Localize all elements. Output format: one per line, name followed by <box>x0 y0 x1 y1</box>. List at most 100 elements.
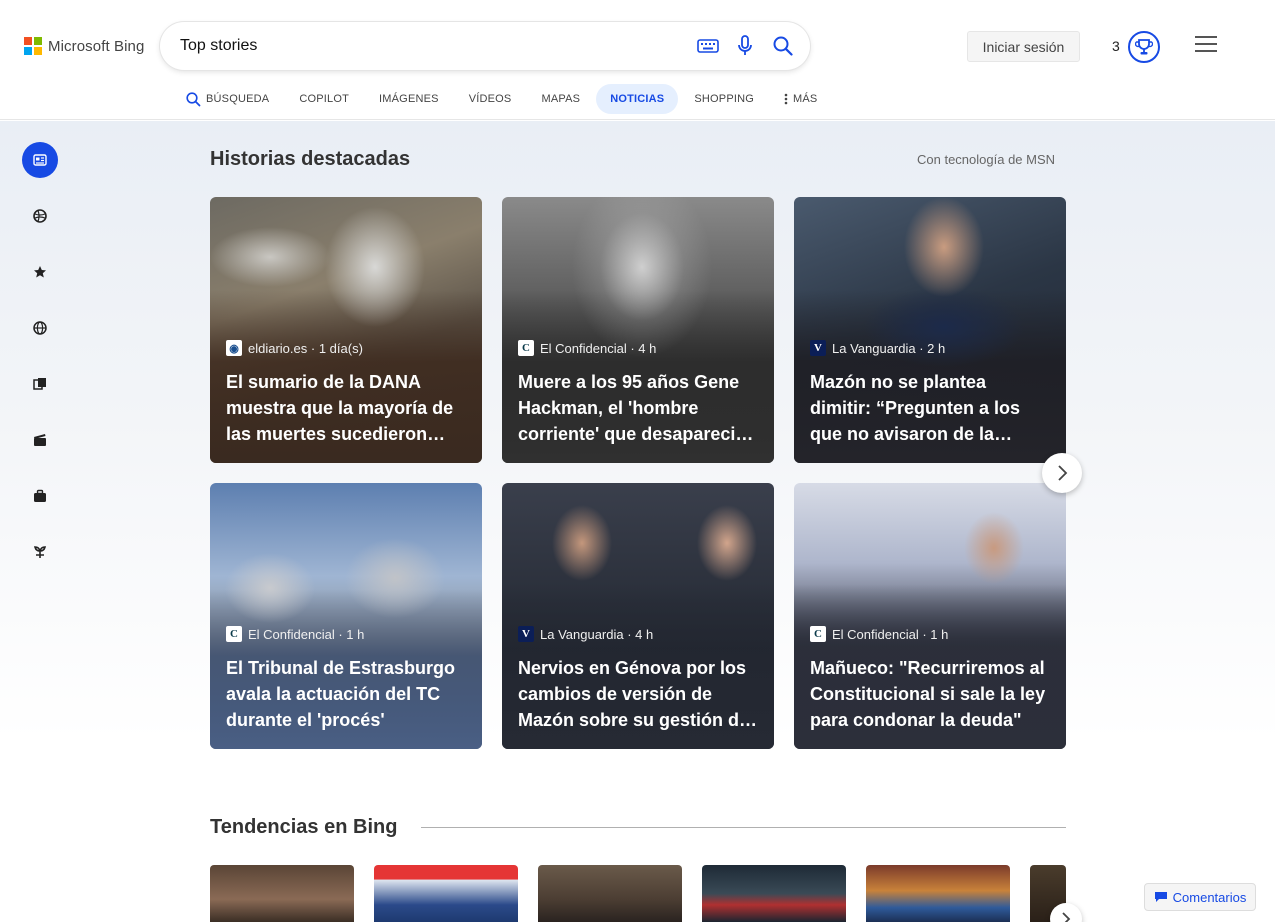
news-card[interactable]: ◉ eldiario.es · 1 día(s) El sumario de l… <box>210 197 482 463</box>
search-icon[interactable] <box>771 34 795 58</box>
separator: · <box>918 626 931 642</box>
rail-business[interactable] <box>22 478 58 514</box>
trending-thumbnail[interactable] <box>210 865 354 922</box>
star-icon <box>34 266 46 278</box>
rail-favorites[interactable] <box>22 254 58 290</box>
sports-ball-icon <box>33 209 47 223</box>
separator: · <box>334 626 347 642</box>
source-logo-icon: C <box>226 626 242 642</box>
tab-label: COPILOT <box>299 93 350 105</box>
tab-label: MÁS <box>793 93 818 105</box>
card-headline[interactable]: El Tribunal de Estrasburgo avala la actu… <box>226 655 466 733</box>
card-time: 1 h <box>346 626 365 642</box>
lifestyle-icon <box>33 546 47 558</box>
tab-label: NOTICIAS <box>610 93 665 105</box>
card-time: 1 día(s) <box>318 340 363 356</box>
trending-thumbnail[interactable] <box>374 865 518 922</box>
source-name: El Confidencial <box>540 340 627 356</box>
globe-icon <box>33 321 47 335</box>
news-card[interactable]: V La Vanguardia · 4 h Nervios en Génova … <box>502 483 774 749</box>
rail-top-stories[interactable] <box>22 142 58 178</box>
microphone-icon[interactable] <box>733 34 757 58</box>
tab-mapas[interactable]: MAPAS <box>527 84 594 114</box>
source-logo-icon: ◉ <box>226 340 242 356</box>
card-source: V La Vanguardia · 4 h <box>518 626 653 642</box>
news-card[interactable]: V La Vanguardia · 2 h Mazón no se plante… <box>794 197 1066 463</box>
card-source: V La Vanguardia · 2 h <box>810 340 945 356</box>
card-headline[interactable]: Muere a los 95 años Gene Hackman, el 'ho… <box>518 369 758 447</box>
card-time: 4 h <box>638 340 657 356</box>
tab-label: VÍDEOS <box>468 93 512 105</box>
chevron-right-icon <box>1058 465 1068 481</box>
card-time: 4 h <box>635 626 654 642</box>
search-box <box>160 22 810 70</box>
tab-label: SHOPPING <box>694 93 755 105</box>
separator: · <box>626 340 639 356</box>
microsoft-logo-icon <box>24 37 42 55</box>
tab-imagenes[interactable]: IMÁGENES <box>365 84 453 114</box>
newspaper-icon <box>33 154 47 166</box>
trending-thumbnail[interactable] <box>538 865 682 922</box>
card-headline[interactable]: Mañueco: "Recurriremos al Constitucional… <box>810 655 1050 733</box>
rewards-trophy-icon[interactable] <box>1128 31 1160 63</box>
tab-label: BÚSQUEDA <box>206 93 270 105</box>
source-logo-icon: V <box>518 626 534 642</box>
source-name: El Confidencial <box>832 626 919 642</box>
search-input[interactable] <box>180 34 660 58</box>
science-icon <box>33 378 46 390</box>
rail-sports[interactable] <box>22 198 58 234</box>
chevron-right-icon <box>1062 912 1071 922</box>
separator: · <box>623 626 636 642</box>
tab-busqueda[interactable]: BÚSQUEDA <box>172 84 283 114</box>
tab-copilot[interactable]: COPILOT <box>285 84 363 114</box>
divider <box>421 827 1066 828</box>
card-source: C El Confidencial · 4 h <box>518 340 656 356</box>
msn-credit: Con tecnología de MSN <box>917 152 1056 167</box>
card-source: ◉ eldiario.es · 1 día(s) <box>226 340 363 356</box>
card-headline[interactable]: Mazón no se plantea dimitir: “Pregunten … <box>810 369 1050 447</box>
tab-noticias[interactable]: NOTICIAS <box>596 84 679 114</box>
source-name: La Vanguardia <box>832 340 916 356</box>
news-card[interactable]: C El Confidencial · 1 h El Tribunal de E… <box>210 483 482 749</box>
card-source: C El Confidencial · 1 h <box>810 626 948 642</box>
bing-logo[interactable]: Microsoft Bing <box>24 37 144 55</box>
tab-mas[interactable]: MÁS <box>770 84 831 114</box>
source-name: El Confidencial <box>248 626 335 642</box>
section-title: Historias destacadas <box>210 148 411 170</box>
trending-thumbnail[interactable] <box>702 865 846 922</box>
tab-videos[interactable]: VÍDEOS <box>455 84 526 114</box>
trending-title: Tendencias en Bing <box>210 816 398 838</box>
briefcase-icon <box>34 489 46 502</box>
rail-lifestyle[interactable] <box>22 534 58 570</box>
settings-menu-icon[interactable] <box>1195 36 1217 56</box>
card-headline[interactable]: Nervios en Génova por los cambios de ver… <box>518 655 758 733</box>
logo-text: Microsoft Bing <box>48 37 145 55</box>
card-source: C El Confidencial · 1 h <box>226 626 364 642</box>
header: Microsoft Bing Iniciar sesión 3 BÚSQUEDA… <box>0 0 1275 120</box>
rewards-points: 3 <box>1112 38 1120 54</box>
news-card[interactable]: C El Confidencial · 1 h Mañueco: "Recurr… <box>794 483 1066 749</box>
clapperboard-icon <box>34 434 46 446</box>
card-time: 1 h <box>930 626 949 642</box>
signin-button[interactable]: Iniciar sesión <box>967 31 1080 62</box>
rail-world[interactable] <box>22 310 58 346</box>
tab-shopping[interactable]: SHOPPING <box>680 84 768 114</box>
scope-nav: BÚSQUEDA COPILOT IMÁGENES VÍDEOS MAPAS N… <box>172 84 833 114</box>
trending-thumbnail[interactable] <box>866 865 1010 922</box>
feedback-button[interactable]: Comentarios <box>1144 883 1256 911</box>
tab-label: MAPAS <box>541 93 581 105</box>
card-headline[interactable]: El sumario de la DANA muestra que la may… <box>226 369 466 447</box>
carousel-next-button[interactable] <box>1042 453 1082 493</box>
source-name: eldiario.es <box>248 340 308 356</box>
source-logo-icon: V <box>810 340 826 356</box>
news-card[interactable]: C El Confidencial · 4 h Muere a los 95 a… <box>502 197 774 463</box>
separator: · <box>915 340 928 356</box>
source-logo-icon: C <box>810 626 826 642</box>
source-logo-icon: C <box>518 340 534 356</box>
more-vertical-icon <box>784 93 788 105</box>
tab-label: IMÁGENES <box>379 93 439 105</box>
rail-science[interactable] <box>22 366 58 402</box>
source-name: La Vanguardia <box>540 626 624 642</box>
keyboard-icon[interactable] <box>696 34 720 58</box>
rail-entertainment[interactable] <box>22 422 58 458</box>
